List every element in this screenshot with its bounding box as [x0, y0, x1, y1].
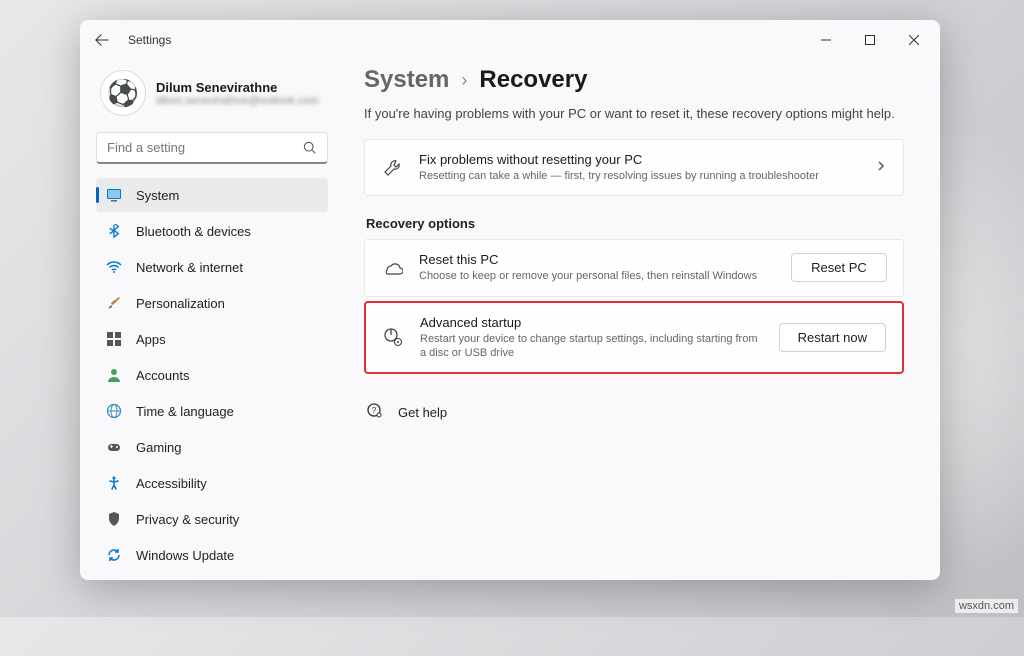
minimize-button[interactable] — [804, 24, 848, 56]
update-icon — [106, 547, 122, 563]
nav-item-accounts[interactable]: Accounts — [96, 358, 328, 392]
breadcrumb: System › Recovery — [364, 66, 904, 94]
nav-item-time[interactable]: Time & language — [96, 394, 328, 428]
get-help-link[interactable]: ? Get help — [364, 392, 904, 433]
fix-problems-card[interactable]: Fix problems without resetting your PC R… — [364, 139, 904, 196]
card-title: Advanced startup — [420, 315, 763, 330]
close-icon — [909, 35, 919, 45]
advanced-startup-card: Advanced startup Restart your device to … — [364, 301, 904, 375]
section-header: Recovery options — [366, 216, 904, 231]
help-icon: ? — [366, 402, 384, 423]
help-label: Get help — [398, 405, 447, 420]
nav-label: Personalization — [136, 296, 225, 311]
window-title: Settings — [128, 33, 171, 47]
intro-text: If you're having problems with your PC o… — [364, 106, 904, 121]
accessibility-icon — [106, 475, 122, 491]
nav-label: Accounts — [136, 368, 189, 383]
wrench-icon — [381, 157, 403, 179]
card-title: Reset this PC — [419, 252, 775, 267]
nav-label: Windows Update — [136, 548, 234, 563]
system-icon — [106, 187, 122, 203]
close-button[interactable] — [892, 24, 936, 56]
nav-item-network[interactable]: Network & internet — [96, 250, 328, 284]
svg-text:?: ? — [372, 406, 377, 415]
profile-name: Dilum Senevirathne — [156, 80, 319, 95]
cloud-reset-icon — [381, 257, 403, 279]
search-icon — [303, 141, 317, 155]
nav-item-personalization[interactable]: Personalization — [96, 286, 328, 320]
profile-email: dilum.senevirathne@outlook.com — [156, 95, 319, 107]
restart-now-button[interactable]: Restart now — [779, 323, 886, 352]
nav-label: Gaming — [136, 440, 182, 455]
settings-window: Settings ⚽ Dilum Senevirathne dilum.sene… — [80, 20, 940, 580]
brush-icon — [106, 295, 122, 311]
nav-item-update[interactable]: Windows Update — [96, 538, 328, 572]
search-box[interactable] — [96, 132, 328, 164]
sidebar: ⚽ Dilum Senevirathne dilum.senevirathne@… — [80, 60, 336, 580]
titlebar: Settings — [80, 20, 940, 60]
page-title: Recovery — [479, 66, 587, 94]
nav-item-gaming[interactable]: Gaming — [96, 430, 328, 464]
card-subtitle: Resetting can take a while — first, try … — [419, 169, 859, 183]
globe-icon — [106, 403, 122, 419]
back-button[interactable] — [84, 22, 120, 58]
reset-pc-button[interactable]: Reset PC — [791, 253, 887, 282]
watermark: wsxdn.com — [955, 599, 1018, 613]
wifi-icon — [106, 259, 122, 275]
nav-label: Network & internet — [136, 260, 243, 275]
minimize-icon — [821, 35, 831, 45]
apps-icon — [106, 331, 122, 347]
nav-item-accessibility[interactable]: Accessibility — [96, 466, 328, 500]
reset-pc-card: Reset this PC Choose to keep or remove y… — [364, 239, 904, 296]
card-subtitle: Restart your device to change startup se… — [420, 332, 763, 361]
gamepad-icon — [106, 439, 122, 455]
bluetooth-icon — [106, 223, 122, 239]
chevron-right-icon: › — [461, 70, 467, 91]
card-subtitle: Choose to keep or remove your personal f… — [419, 269, 775, 283]
nav-item-privacy[interactable]: Privacy & security — [96, 502, 328, 536]
nav-item-apps[interactable]: Apps — [96, 322, 328, 356]
power-gear-icon — [382, 326, 404, 348]
breadcrumb-parent[interactable]: System — [364, 66, 449, 94]
nav: System Bluetooth & devices Network & int… — [96, 178, 328, 572]
maximize-icon — [865, 35, 875, 45]
nav-item-bluetooth[interactable]: Bluetooth & devices — [96, 214, 328, 248]
search-input[interactable] — [107, 140, 303, 155]
nav-label: Accessibility — [136, 476, 207, 491]
card-title: Fix problems without resetting your PC — [419, 152, 859, 167]
shield-icon — [106, 511, 122, 527]
nav-label: Bluetooth & devices — [136, 224, 251, 239]
person-icon — [106, 367, 122, 383]
nav-label: Apps — [136, 332, 166, 347]
maximize-button[interactable] — [848, 24, 892, 56]
chevron-right-icon — [875, 159, 887, 177]
nav-label: Privacy & security — [136, 512, 239, 527]
nav-label: System — [136, 188, 179, 203]
main-content: System › Recovery If you're having probl… — [336, 60, 940, 580]
profile-section[interactable]: ⚽ Dilum Senevirathne dilum.senevirathne@… — [96, 60, 328, 132]
arrow-left-icon — [95, 33, 109, 47]
nav-item-system[interactable]: System — [96, 178, 328, 212]
nav-label: Time & language — [136, 404, 234, 419]
avatar: ⚽ — [100, 70, 146, 116]
